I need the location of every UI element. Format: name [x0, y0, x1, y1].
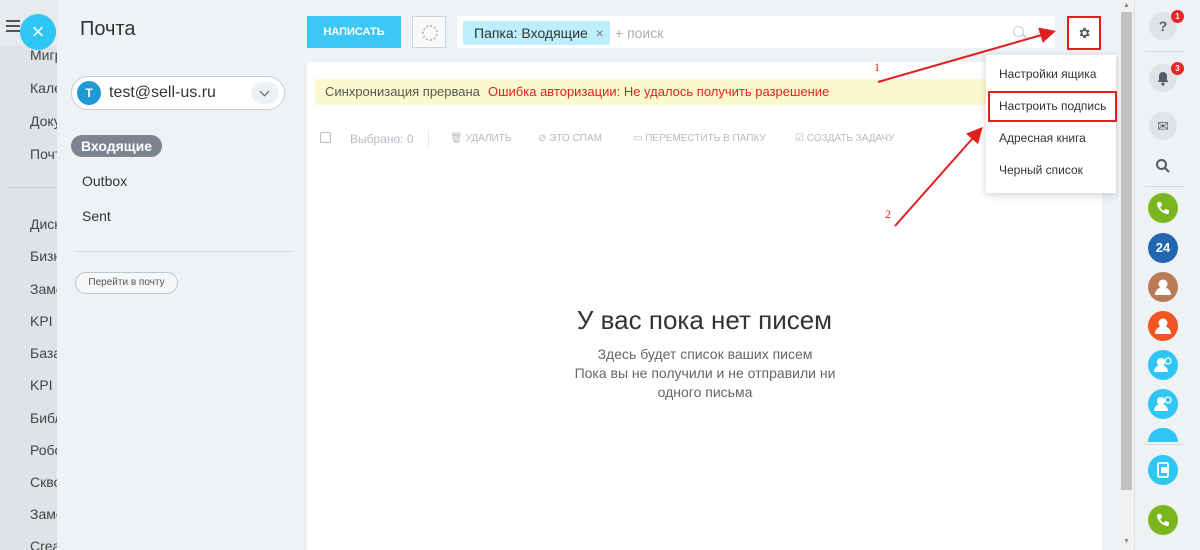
compose-button[interactable]: НАПИСАТЬ [307, 16, 401, 48]
chat-button[interactable]: ✉ [1149, 112, 1177, 140]
user-icon [1155, 279, 1171, 295]
search-input[interactable]: + поиск [615, 25, 663, 41]
create-task-button[interactable]: ☑ СОЗДАТЬ ЗАДАЧУ [795, 133, 894, 144]
bg-menu-item[interactable]: Диск [30, 216, 60, 232]
bg-menu-item[interactable]: Библ [30, 410, 60, 426]
phone-dialer-button[interactable] [1148, 505, 1178, 535]
background-portal: Мигр Кале Доку Почт Диск Бизн Заме KPI S… [0, 0, 60, 550]
bg-menu-item[interactable]: Crea [30, 538, 60, 550]
bg-menu-item[interactable]: Скво [30, 474, 60, 490]
chat-icon: ✉ [1157, 118, 1169, 134]
select-all-checkbox[interactable] [320, 132, 331, 143]
task-check-icon: ☑ [795, 133, 807, 144]
menu-item-mailbox-settings[interactable]: Настройки ящика [999, 67, 1096, 81]
filter-chip[interactable]: Папка: Входящие × [463, 21, 610, 45]
bitrix24-chat-avatar[interactable]: 24 [1148, 233, 1178, 263]
bg-menu-item[interactable]: Почт [30, 146, 60, 162]
spam-button[interactable]: ⊘ ЭТО СПАМ [538, 133, 602, 144]
help-badge: 1 [1171, 10, 1184, 23]
bg-menu-item[interactable]: Заме [30, 281, 60, 297]
bg-menu-item[interactable]: Доку [30, 113, 60, 129]
right-panel-divider [1145, 51, 1185, 52]
phone-call-button[interactable] [1148, 193, 1178, 223]
search-button[interactable] [1149, 152, 1177, 180]
notifications-badge: 3 [1171, 62, 1184, 75]
menu-item-address-book[interactable]: Адресная книга [999, 131, 1086, 145]
sync-warning-bar: Синхронизация прервана Ошибка авторизаци… [315, 79, 995, 105]
user-clock-icon [1154, 396, 1172, 411]
search-filter-box[interactable]: Папка: Входящие × + поиск × [457, 16, 1055, 48]
empty-line: одного письма [657, 384, 753, 400]
move-label: ПЕРЕМЕСТИТЬ В ПАПКУ [645, 133, 766, 144]
selected-count: Выбрано: 0 [350, 132, 414, 146]
annotation-step-1: 1 [874, 60, 880, 74]
bg-menu-item[interactable]: KPI 2 [30, 377, 60, 393]
bg-menu-item[interactable]: Робо [30, 442, 60, 458]
scroll-down-arrow-icon[interactable]: ▼ [1123, 538, 1130, 545]
empty-line: Здесь будет список ваших писем [597, 346, 813, 362]
goto-mail-button[interactable]: Перейти в почту [75, 272, 178, 294]
account-selector[interactable]: T test@sell-us.ru [71, 76, 285, 110]
loading-spinner-icon [422, 25, 438, 41]
device-icon [1157, 462, 1169, 478]
close-panel-button[interactable]: × [20, 14, 56, 50]
bg-menu-item[interactable]: KPI S [30, 313, 60, 329]
screen-share-button[interactable] [1148, 455, 1178, 485]
hamburger-menu-icon[interactable] [6, 20, 20, 32]
chip-remove-icon[interactable]: × [596, 21, 604, 45]
sync-status-text: Синхронизация прервана [325, 84, 480, 99]
trash-icon: 🗑 [450, 133, 466, 144]
search-icon[interactable] [1013, 26, 1024, 37]
user-avatar[interactable] [1148, 311, 1178, 341]
clear-icon[interactable]: × [1036, 23, 1044, 39]
user-avatar[interactable] [1148, 272, 1178, 302]
phone-icon [1156, 514, 1169, 527]
folder-inbox[interactable]: Входящие [71, 135, 162, 157]
gear-icon [1079, 27, 1090, 39]
settings-dropdown: Настройки ящика Настроить подпись Адресн… [986, 55, 1117, 193]
sidebar-divider [75, 251, 293, 252]
scrollbar-thumb[interactable] [1121, 12, 1132, 490]
phone-icon [1156, 202, 1169, 215]
delete-button[interactable]: 🗑 УДАЛИТЬ [450, 133, 511, 144]
menu-item-configure-signature[interactable]: Настроить подпись [999, 99, 1106, 113]
scroll-up-arrow-icon[interactable]: ▲ [1123, 2, 1130, 9]
account-avatar: T [77, 81, 101, 105]
bg-menu-item[interactable]: Бизн [30, 248, 60, 264]
open-line-chat-avatar[interactable] [1148, 350, 1178, 380]
folder-outbox[interactable]: Outbox [82, 173, 127, 189]
move-to-folder-button[interactable]: ▭ ПЕРЕМЕСТИТЬ В ПАПКУ [633, 133, 766, 144]
spam-label: ЭТО СПАМ [549, 133, 602, 144]
filter-chip-label: Папка: Входящие [474, 25, 588, 41]
bg-menu-item[interactable]: Кале [30, 80, 60, 96]
right-panel-divider [1145, 186, 1185, 187]
user-clock-icon [1154, 357, 1172, 372]
account-email: test@sell-us.ru [109, 84, 216, 101]
folder-icon: ▭ [633, 133, 646, 144]
folder-sent[interactable]: Sent [82, 208, 111, 224]
auth-error-text: Ошибка авторизации: Не удалось получить … [488, 84, 830, 99]
settings-button[interactable] [1067, 16, 1101, 50]
chevron-down-icon[interactable] [251, 82, 279, 104]
menu-item-blacklist[interactable]: Черный список [999, 163, 1083, 177]
bg-divider [8, 187, 60, 188]
empty-state-description: Здесь будет список ваших писем Пока вы н… [540, 345, 870, 402]
block-icon: ⊘ [538, 133, 550, 144]
delete-label: УДАЛИТЬ [465, 133, 512, 144]
user-icon [1155, 318, 1171, 334]
task-label: СОЗДАТЬ ЗАДАЧУ [806, 133, 895, 144]
annotation-step-2: 2 [885, 207, 891, 221]
bg-menu-item[interactable]: Заме [30, 506, 60, 522]
empty-state-title: У вас пока нет писем [576, 305, 833, 335]
page-title: Почта [80, 18, 136, 40]
open-line-chat-avatar[interactable] [1148, 389, 1178, 419]
right-panel-divider [1145, 444, 1185, 445]
bg-menu-item[interactable]: База [30, 345, 60, 361]
refresh-button[interactable] [412, 16, 446, 48]
empty-line: Пока вы не получили и не отправили ни [574, 365, 836, 381]
search-icon [1156, 159, 1170, 173]
toolbar-divider [428, 130, 429, 148]
